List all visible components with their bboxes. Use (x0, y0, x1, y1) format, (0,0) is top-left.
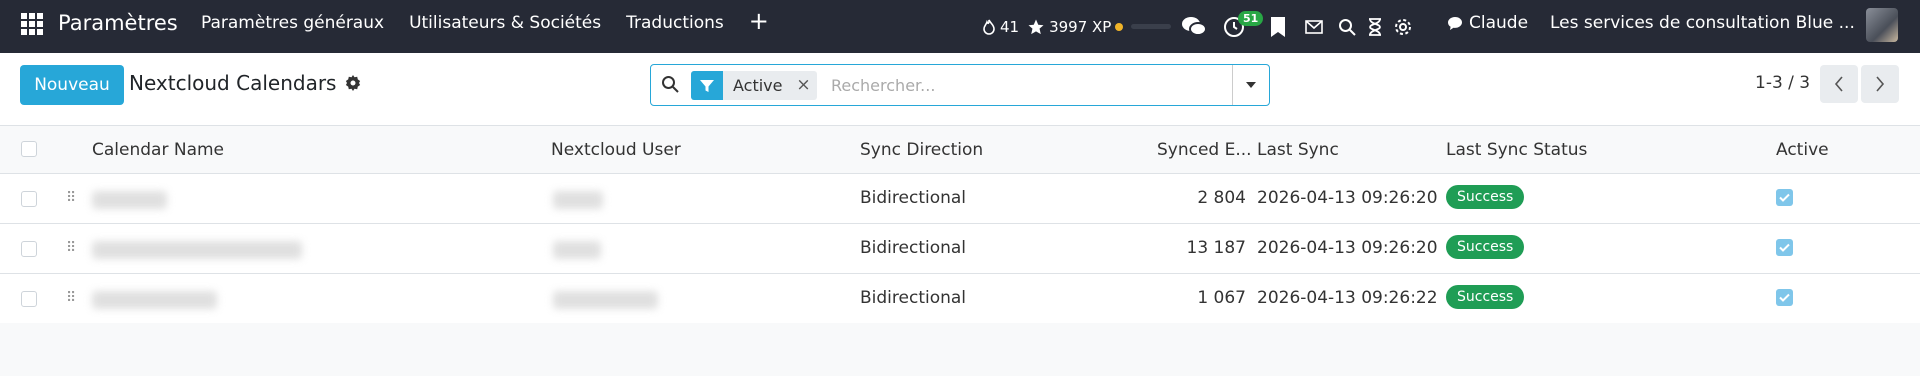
facet-remove-icon[interactable]: × (791, 71, 817, 100)
row-checkbox[interactable] (21, 191, 37, 207)
synced-events: 2 804 (1197, 188, 1246, 208)
filter-facet: Active × (691, 71, 817, 100)
synced-events: 1 067 (1197, 288, 1246, 308)
facet-label: Active (733, 76, 783, 95)
top-navbar: Paramètres Paramètres généraux Utilisate… (0, 0, 1920, 53)
hourglass-icon[interactable] (1362, 13, 1388, 41)
pager-value[interactable]: 1-3 / 3 (1755, 73, 1810, 93)
nextcloud-user-redacted (553, 291, 658, 309)
table-row[interactable]: ⠿ Bidirectional 13 187 2026-04-13 09:26:… (0, 224, 1920, 274)
activity-clock-icon[interactable]: 51 (1216, 10, 1264, 41)
menu-item-translations[interactable]: Traductions (626, 13, 724, 33)
sync-direction: Bidirectional (860, 238, 967, 258)
add-menu-icon[interactable]: + (749, 9, 769, 33)
search-options-toggle[interactable] (1232, 65, 1269, 105)
pager-previous-button[interactable] (1820, 65, 1858, 103)
user-menu[interactable]: Claude (1447, 13, 1528, 33)
apps-grid-icon[interactable] (21, 13, 43, 35)
avatar[interactable] (1866, 8, 1898, 42)
header-last-sync-status[interactable]: Last Sync Status (1446, 140, 1587, 160)
last-sync: 2026-04-13 09:26:20 (1257, 188, 1438, 208)
empty-area (0, 323, 1920, 376)
header-synced-events[interactable]: Synced E... (1157, 140, 1252, 160)
caret-down-icon (1246, 82, 1256, 88)
active-checkbox (1776, 289, 1793, 306)
menu-item-general-settings[interactable]: Paramètres généraux (201, 13, 384, 33)
bookmark-icon[interactable] (1260, 13, 1296, 41)
gear-icon[interactable] (1388, 13, 1418, 41)
synced-events: 13 187 (1186, 238, 1246, 258)
star-icon (1028, 19, 1044, 34)
main-menu: Paramètres généraux Utilisateurs & Socié… (201, 9, 794, 33)
search-bar: Active × (650, 64, 1270, 106)
company-switcher[interactable]: Les services de consultation Blue ... (1550, 13, 1855, 33)
gear-icon[interactable] (344, 74, 362, 92)
header-last-sync[interactable]: Last Sync (1257, 140, 1339, 160)
discuss-icon[interactable] (1176, 13, 1212, 41)
pager-next-button[interactable] (1861, 65, 1899, 103)
systray-icons: 51 (1176, 0, 1418, 53)
nextcloud-user-redacted (553, 241, 601, 259)
header-nextcloud-user[interactable]: Nextcloud User (551, 140, 681, 160)
drag-handle-icon[interactable]: ⠿ (66, 290, 76, 306)
row-checkbox[interactable] (21, 291, 37, 307)
select-all-checkbox[interactable] (21, 141, 37, 157)
flame-icon (983, 19, 995, 35)
gamification-widget[interactable]: 41 3997 XP (982, 0, 1172, 53)
xp-value: 3997 XP (1049, 17, 1112, 36)
xp-level-dot (1115, 22, 1124, 31)
drag-handle-icon[interactable]: ⠿ (66, 240, 76, 256)
sync-direction: Bidirectional (860, 288, 967, 308)
calendar-name-redacted (92, 241, 302, 259)
new-button[interactable]: Nouveau (20, 65, 124, 105)
nextcloud-user-redacted (553, 191, 603, 209)
active-checkbox (1776, 239, 1793, 256)
calendar-name-redacted (92, 191, 167, 209)
status-badge: Success (1446, 235, 1525, 259)
table-header: Calendar Name Nextcloud User Sync Direct… (0, 126, 1920, 174)
search-icon[interactable] (1332, 13, 1362, 41)
status-badge: Success (1446, 285, 1525, 309)
mail-icon[interactable] (1296, 13, 1332, 41)
drag-handle-icon[interactable]: ⠿ (66, 190, 76, 206)
xp-progress-bar (1131, 24, 1172, 29)
last-sync: 2026-04-13 09:26:22 (1257, 288, 1438, 308)
app-name[interactable]: Paramètres (58, 11, 178, 35)
chat-bubble-icon (1448, 16, 1462, 30)
search-input[interactable] (831, 71, 1231, 100)
row-checkbox[interactable] (21, 241, 37, 257)
streak-count: 41 (1000, 17, 1020, 36)
table-row[interactable]: ⠿ Bidirectional 2 804 2026-04-13 09:26:2… (0, 174, 1920, 224)
header-sync-direction[interactable]: Sync Direction (860, 140, 983, 160)
user-name: Claude (1469, 13, 1529, 33)
chevron-left-icon (1834, 76, 1843, 92)
sync-direction: Bidirectional (860, 188, 967, 208)
active-checkbox (1776, 189, 1793, 206)
filter-icon (691, 71, 723, 100)
last-sync: 2026-04-13 09:26:20 (1257, 238, 1438, 258)
page-title: Nextcloud Calendars (129, 71, 362, 95)
header-calendar-name[interactable]: Calendar Name (92, 140, 224, 160)
page-title-text: Nextcloud Calendars (129, 71, 337, 95)
table-row[interactable]: ⠿ Bidirectional 1 067 2026-04-13 09:26:2… (0, 274, 1920, 324)
calendar-name-redacted (92, 291, 217, 309)
status-badge: Success (1446, 185, 1525, 209)
control-panel: Nouveau Nextcloud Calendars Active × 1-3… (0, 53, 1920, 126)
search-icon (662, 76, 679, 93)
menu-item-users-companies[interactable]: Utilisateurs & Sociétés (409, 13, 601, 33)
chevron-right-icon (1876, 76, 1885, 92)
header-active[interactable]: Active (1776, 140, 1829, 160)
